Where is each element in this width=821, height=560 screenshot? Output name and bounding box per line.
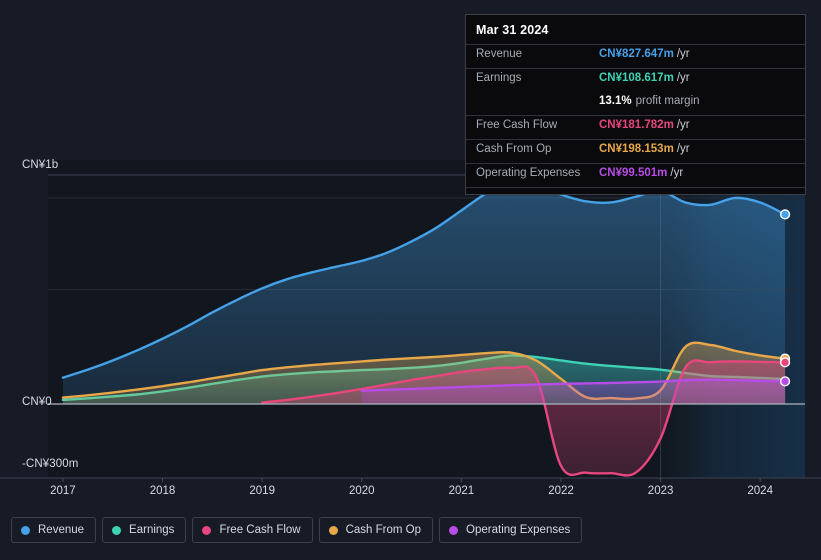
end-marker-operating-expenses[interactable] [779,376,791,387]
tooltip-row-operating-expenses: Operating Expenses CN¥99.501m/yr [466,163,805,187]
legend-item-earnings[interactable]: Earnings [102,517,187,543]
tooltip-row-free-cash-flow: Free Cash Flow CN¥181.782m/yr [466,115,805,139]
tooltip-row-unit: /yr [676,72,690,84]
legend-item-label: Earnings [129,524,175,536]
tooltip-footer-rule [466,187,805,194]
tooltip-row-unit: /yr [676,48,690,60]
y-axis-label-zero: CN¥0 [22,396,52,408]
tooltip-row-label: Earnings [476,72,522,84]
x-axis-tick-2021: 2021 [448,485,475,497]
y-axis-label-bottom: -CN¥300m [22,458,79,470]
legend-swatch-icon [328,525,338,535]
profit-margin-value: 13.1% [599,95,632,107]
chart-screen: CN¥1b CN¥0 -CN¥300m 2017 2018 2019 2020 2021… [0,0,821,560]
end-marker-free-cash-flow[interactable] [779,357,791,368]
legend-item-label: Revenue [38,524,85,536]
y-axis-label-top: CN¥1b [22,159,59,171]
tooltip-row-cash-from-op: Cash From Op CN¥198.153m/yr [466,139,805,163]
legend-swatch-icon [112,525,122,535]
legend-item-label: Free Cash Flow [219,524,301,536]
tooltip-row-earnings: Earnings CN¥108.617m/yr [466,68,805,92]
legend-item-operating-expenses[interactable]: Operating Expenses [439,517,583,543]
tooltip-row-profit-margin: 13.1% profit margin [466,92,805,115]
legend-swatch-icon [21,525,30,535]
tooltip-row-value: CN¥108.617m [599,72,674,84]
tooltip-row-label: Revenue [476,48,523,60]
tooltip-row-value: CN¥181.782m [599,119,674,131]
x-axis-tick-2023: 2023 [647,485,674,497]
legend-item-label: Cash From Op [345,524,422,536]
x-axis-tick-2019: 2019 [249,485,275,497]
tooltip-date: Mar 31 2024 [476,23,549,37]
tooltip-row-value: CN¥198.153m [599,143,674,155]
tooltip-rows: Revenue CN¥827.647m/yr Earnings CN¥108.617m… [466,44,805,187]
x-axis-tick-2020: 2020 [349,485,375,497]
x-axis-tick-2017: 2017 [50,485,76,497]
tooltip-row-label: Free Cash Flow [476,119,558,131]
tooltip-row-label: Operating Expenses [476,167,581,179]
tooltip-row-value: CN¥99.501m [599,167,668,179]
legend-item-revenue[interactable]: Revenue [11,517,97,543]
legend-item-free-cash-flow[interactable]: Free Cash Flow [192,517,313,543]
tooltip-row-label: Cash From Op [476,143,552,155]
tooltip-row-unit: /yr [676,119,690,131]
data-tooltip: Mar 31 2024 Revenue CN¥827.647m/yr Earning… [465,14,806,195]
tooltip-row-unit: /yr [670,167,684,179]
x-axis-tick-2022: 2022 [548,485,574,497]
legend-item-label: Operating Expenses [466,524,571,536]
x-axis-tick-2018: 2018 [149,485,176,497]
x-axis-tick-2024: 2024 [747,485,773,497]
end-marker-revenue[interactable] [779,209,791,220]
legend-swatch-icon [202,525,212,535]
tooltip-row-revenue: Revenue CN¥827.647m/yr [466,44,805,68]
tooltip-row-unit: /yr [676,143,690,155]
legend-item-cash-from-op[interactable]: Cash From Op [318,517,434,543]
profit-margin-label: profit margin [635,95,700,107]
legend-swatch-icon [449,525,459,535]
tooltip-row-value: CN¥827.647m [599,48,674,60]
chart-legend[interactable]: Revenue Earnings Free Cash Flow Cash From O… [11,517,583,543]
